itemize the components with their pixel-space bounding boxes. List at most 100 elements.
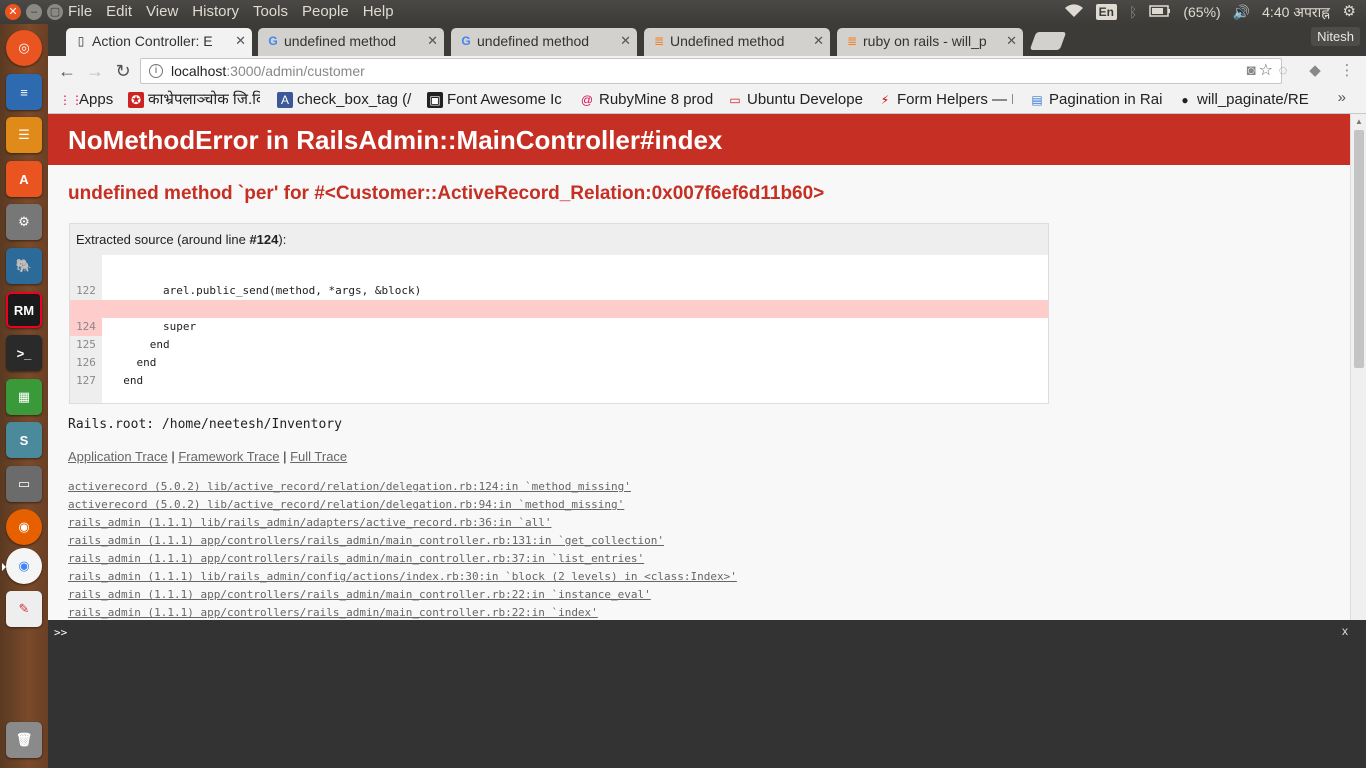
address-bar[interactable]: i localhost:3000/admin/customer ☆: [140, 58, 1282, 84]
volume-icon[interactable]: 🔊: [1233, 4, 1250, 21]
bookmark-star-icon[interactable]: ☆: [1259, 59, 1273, 83]
firefox-icon[interactable]: ◉: [6, 509, 42, 545]
bookmark-apps[interactable]: ⋮⋮ Apps: [59, 90, 119, 110]
tab-undefined-method-1[interactable]: G undefined method ✕: [258, 28, 444, 56]
bookmarks-overflow-icon[interactable]: »: [1338, 89, 1346, 106]
tab-ruby-on-rails[interactable]: ≣ ruby on rails - will_p ✕: [837, 28, 1023, 56]
application-trace-link[interactable]: Application Trace: [68, 449, 168, 464]
trace-line[interactable]: rails_admin (1.1.1) app/controllers/rail…: [68, 532, 737, 550]
menu-file[interactable]: File: [68, 3, 92, 20]
tab-close-icon[interactable]: ✕: [813, 28, 824, 54]
launcher: ◎ ≡ ☰ A ⚙ 🐘 RM >_ ▦ S ▭ ◉ ◉ ✎ 🗑: [0, 24, 48, 768]
menu-edit[interactable]: Edit: [106, 3, 132, 20]
ubuntu-dash-icon[interactable]: ◎: [6, 30, 42, 66]
console-close-button[interactable]: x: [1342, 624, 1348, 638]
bookmark-rubymine[interactable]: @ RubyMine 8 prod: [579, 90, 713, 110]
full-trace-link[interactable]: Full Trace: [290, 449, 347, 464]
keyboard-layout-indicator[interactable]: En: [1095, 4, 1117, 20]
console-prompt[interactable]: >>: [54, 626, 67, 639]
menu-people[interactable]: People: [302, 3, 349, 20]
tab-undefined-method-2[interactable]: G undefined method ✕: [451, 28, 637, 56]
trash-icon[interactable]: 🗑: [6, 722, 42, 758]
software-center-icon[interactable]: A: [6, 161, 42, 197]
text-editor-icon[interactable]: ✎: [6, 591, 42, 627]
scrollbar-thumb[interactable]: [1354, 130, 1364, 368]
files-icon[interactable]: ▭: [6, 466, 42, 502]
reload-icon[interactable]: ↻: [112, 60, 134, 82]
back-icon[interactable]: ←: [56, 60, 78, 82]
bookmark-will-paginate[interactable]: ● will_paginate/RE: [1177, 90, 1329, 110]
power-gear-icon[interactable]: ⚙: [1343, 2, 1356, 20]
writer-icon[interactable]: ≡: [6, 74, 42, 110]
vertical-scrollbar[interactable]: ▲: [1350, 114, 1366, 620]
bookmark-form-helpers[interactable]: ⚡ Form Helpers — I: [877, 90, 1013, 110]
trace-line[interactable]: rails_admin (1.1.1) lib/rails_admin/adap…: [68, 514, 737, 532]
stackoverflow-icon: ≣: [846, 34, 858, 48]
bookmark-page-icon: ▤: [1031, 93, 1043, 107]
wifi-icon[interactable]: [1064, 3, 1084, 21]
trace-line[interactable]: rails_admin (1.1.1) lib/rails_admin/conf…: [68, 568, 737, 586]
rails-root: Rails.root: /home/neetesh/Inventory: [68, 417, 342, 432]
window-minimize-button[interactable]: –: [26, 4, 42, 20]
rubymine-icon[interactable]: RM: [6, 292, 42, 328]
tab-undefined-method-so[interactable]: ≣ Undefined method ✕: [644, 28, 830, 56]
menu-view[interactable]: View: [146, 3, 178, 20]
bookmark-kabhrepalanchok[interactable]: ✪ काभ्रेपलाञ्चोक जि.वि.: [128, 90, 260, 110]
tab-action-controller[interactable]: ▯ Action Controller: E ✕: [66, 28, 252, 56]
clock[interactable]: 4:40 अपराह्न: [1262, 3, 1330, 22]
extracted-source: Extracted source (around line #124): 122…: [69, 223, 1049, 404]
code-line: 123 else: [70, 282, 1048, 315]
battery-percentage: (65%): [1183, 4, 1221, 20]
tab-close-icon[interactable]: ✕: [235, 28, 246, 54]
bluetooth-icon[interactable]: ᛒ: [1129, 4, 1137, 20]
url-path: :3000/admin/customer: [226, 63, 365, 79]
layers-extension-icon[interactable]: ◆: [1306, 62, 1324, 80]
tab-close-icon[interactable]: ✕: [1006, 28, 1017, 54]
trace-line[interactable]: activerecord (5.0.2) lib/active_record/r…: [68, 478, 737, 496]
github-icon: ●: [1181, 93, 1189, 107]
profile-button[interactable]: Nitesh: [1311, 27, 1360, 46]
bookmarks-bar: ⋮⋮ Apps ✪ काभ्रेपलाञ्चोक जि.वि. A check_…: [48, 86, 1366, 114]
menu-bar: File Edit View History Tools People Help: [68, 3, 394, 20]
window-close-button[interactable]: ✕: [5, 4, 21, 20]
menu-help[interactable]: Help: [363, 3, 394, 20]
bookmark-pagination[interactable]: ▤ Pagination in Rai: [1029, 90, 1162, 110]
battery-icon[interactable]: [1149, 4, 1171, 20]
forward-icon[interactable]: →: [84, 60, 106, 82]
window-maximize-button[interactable]: ▢: [47, 4, 63, 20]
menu-history[interactable]: History: [192, 3, 239, 20]
tab-close-icon[interactable]: ✕: [620, 28, 631, 54]
spreadsheet-icon[interactable]: ▦: [6, 379, 42, 415]
code-line-highlighted: 124 super: [70, 300, 1048, 336]
error-body: undefined method `per' for #<Customer::A…: [48, 165, 1350, 620]
top-panel: ✕ – ▢ File Edit View History Tools Peopl…: [0, 0, 1366, 24]
site-info-icon[interactable]: i: [149, 64, 163, 78]
settings-icon[interactable]: ⚙: [6, 204, 42, 240]
postgres-icon[interactable]: 🐘: [6, 248, 42, 284]
ubuntu-developer-icon: ▭: [729, 93, 741, 107]
trace-line[interactable]: activerecord (5.0.2) lib/active_record/r…: [68, 496, 737, 514]
chrome-menu-icon[interactable]: ⋮: [1338, 62, 1356, 80]
trace-line[interactable]: rails_admin (1.1.1) app/controllers/rail…: [68, 586, 737, 604]
code-line: 126 end: [76, 356, 157, 369]
scroll-up-icon[interactable]: ▲: [1355, 117, 1363, 126]
trace-line[interactable]: rails_admin (1.1.1) app/controllers/rail…: [68, 550, 737, 568]
code-line: 122 arel.public_send(method, *args, &blo…: [76, 284, 422, 297]
menu-tools[interactable]: Tools: [253, 3, 288, 20]
notes-icon[interactable]: ☰: [6, 117, 42, 153]
new-tab-button[interactable]: [1029, 32, 1067, 50]
web-console[interactable]: >> x: [48, 620, 1366, 768]
framework-trace-link[interactable]: Framework Trace: [178, 449, 279, 464]
bookmark-check-box-tag[interactable]: A check_box_tag (/: [277, 90, 413, 110]
trace-tabs: Application Trace | Framework Trace | Fu…: [68, 449, 348, 464]
bookmark-font-awesome[interactable]: ▣ Font Awesome Ic: [427, 90, 589, 110]
error-header: NoMethodError in RailsAdmin::MainControl…: [48, 114, 1350, 165]
trace-line[interactable]: rails_admin (1.1.1) app/controllers/rail…: [68, 604, 737, 620]
extension-icon[interactable]: ◌: [1274, 62, 1292, 80]
camera-extension-icon[interactable]: ◙: [1242, 62, 1260, 80]
terminal-icon[interactable]: >_: [6, 335, 42, 371]
chrome-icon[interactable]: ◉: [2, 548, 42, 584]
tab-close-icon[interactable]: ✕: [427, 28, 438, 54]
slack-icon[interactable]: S: [6, 422, 42, 458]
bookmark-ubuntu-developer[interactable]: ▭ Ubuntu Develope: [727, 90, 863, 110]
